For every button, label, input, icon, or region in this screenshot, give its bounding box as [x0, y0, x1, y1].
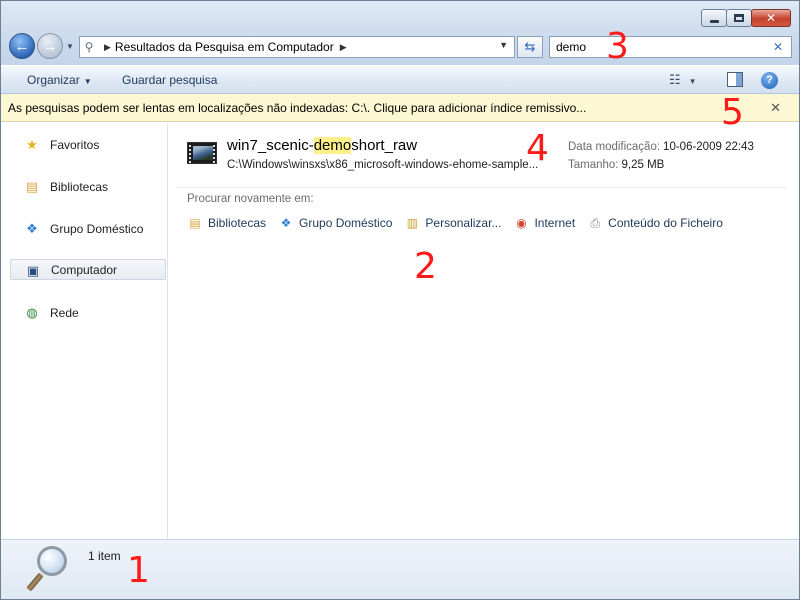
caption-buttons: ✕: [701, 9, 791, 27]
computer-icon: ▣: [26, 263, 40, 278]
search-again-internet[interactable]: ◉ Internet: [513, 215, 575, 231]
preview-pane-button[interactable]: [727, 72, 743, 87]
sidebar-item-computer[interactable]: ▣ Computador: [10, 259, 166, 280]
change-view-button[interactable]: ☷ ▼: [669, 72, 697, 88]
organize-label: Organizar: [27, 73, 80, 87]
sidebar-item-network[interactable]: ◍ Rede: [10, 302, 166, 323]
clear-search-icon[interactable]: ✕: [773, 40, 783, 54]
annotation-1: 1: [127, 550, 150, 591]
address-bar[interactable]: ⚲ ▶ Resultados da Pesquisa em Computador…: [79, 36, 515, 58]
result-size: Tamanho: 9,25 MB: [568, 159, 665, 171]
chevron-down-icon: ▼: [688, 77, 697, 86]
result-path: C:\Windows\winsxs\x86_microsoft-windows-…: [227, 159, 539, 171]
search-input[interactable]: [550, 37, 760, 57]
forward-button[interactable]: →: [37, 33, 63, 59]
breadcrumb[interactable]: Resultados da Pesquisa em Computador: [115, 40, 334, 54]
address-dropdown-icon[interactable]: ▼: [499, 40, 508, 50]
explorer-window: ✕ ← → ▼ ⚲ ▶ Resultados da Pesquisa em Co…: [0, 0, 800, 600]
maximize-icon: [734, 14, 744, 22]
custom-folder-icon: ▥: [406, 216, 419, 230]
close-button[interactable]: ✕: [751, 9, 791, 27]
network-icon: ◍: [26, 305, 38, 320]
breadcrumb-separator-icon[interactable]: ▶: [104, 42, 111, 53]
back-arrow-icon: ←: [14, 37, 30, 55]
search-again-locations: ▤ Bibliotecas ❖ Grupo Doméstico ▥ Person…: [187, 213, 735, 233]
search-again-file-contents[interactable]: ⎙ Conteúdo do Ficheiro: [587, 215, 723, 231]
maximize-button[interactable]: [726, 9, 752, 27]
sidebar-item-label: Computador: [51, 262, 118, 277]
search-result-item[interactable]: win7_scenic-demoshort_raw C:\Windows\win…: [183, 133, 783, 183]
result-title[interactable]: win7_scenic-demoshort_raw: [227, 137, 417, 154]
sidebar-item-label: Bibliotecas: [50, 179, 109, 194]
navigation-pane: ★ Favoritos ▤ Bibliotecas ❖ Grupo Domést…: [1, 123, 168, 539]
command-bar: Organizar ▼ Guardar pesquisa ☷ ▼ ?: [1, 65, 799, 94]
back-button[interactable]: ←: [9, 33, 35, 59]
sidebar-item-label: Grupo Doméstico: [50, 221, 144, 236]
organize-button[interactable]: Organizar ▼: [27, 73, 92, 87]
close-icon: ✕: [765, 11, 777, 25]
sidebar-item-label: Rede: [50, 305, 79, 320]
annotation-2: 2: [414, 246, 437, 287]
search-again-libraries[interactable]: ▤ Bibliotecas: [187, 215, 266, 231]
close-infobar-icon[interactable]: ✕: [770, 100, 781, 116]
search-magnifier-icon: [26, 546, 75, 594]
breadcrumb-chevron-icon[interactable]: ▶: [340, 42, 347, 53]
title-bar: ✕ ← → ▼ ⚲ ▶ Resultados da Pesquisa em Co…: [1, 1, 799, 65]
info-bar-message[interactable]: As pesquisas podem ser lentas em localiz…: [8, 101, 586, 115]
item-count: 1 item: [88, 549, 121, 563]
sidebar-item-label: Favoritos: [50, 137, 100, 152]
chevron-down-icon: ▼: [83, 77, 92, 86]
sidebar-item-libraries[interactable]: ▤ Bibliotecas: [10, 176, 166, 197]
details-pane: 1 item: [1, 539, 799, 599]
annotation-3: 3: [606, 26, 629, 67]
search-results-icon: ⚲: [84, 40, 94, 54]
indexing-info-bar[interactable]: As pesquisas podem ser lentas em localiz…: [1, 94, 799, 122]
result-modified: Data modificação: 10-06-2009 22:43: [568, 141, 754, 153]
sidebar-item-favorites[interactable]: ★ Favoritos: [10, 134, 166, 155]
save-search-button[interactable]: Guardar pesquisa: [122, 73, 217, 87]
minimize-icon: [710, 20, 719, 23]
search-results-content: win7_scenic-demoshort_raw C:\Windows\win…: [169, 123, 799, 539]
refresh-button[interactable]: ⇆: [517, 36, 543, 58]
search-box[interactable]: ✕: [549, 36, 792, 58]
star-icon: ★: [26, 137, 38, 152]
help-button[interactable]: ?: [761, 72, 778, 89]
file-contents-icon: ⎙: [590, 216, 600, 230]
navigation-buttons: ← → ▼: [9, 33, 74, 59]
search-again-homegroup[interactable]: ❖ Grupo Doméstico: [278, 215, 393, 231]
forward-arrow-icon: →: [42, 37, 58, 55]
libraries-icon: ▤: [25, 179, 39, 194]
homegroup-icon: ❖: [280, 216, 292, 230]
recent-pages-dropdown[interactable]: ▼: [66, 42, 74, 51]
homegroup-icon: ❖: [26, 221, 38, 236]
view-options-icon: ☷: [669, 72, 681, 87]
libraries-icon: ▤: [189, 216, 201, 230]
sidebar-item-homegroup[interactable]: ❖ Grupo Doméstico: [10, 218, 166, 239]
internet-icon: ◉: [516, 216, 527, 230]
search-again-custom[interactable]: ▥ Personalizar...: [404, 215, 502, 231]
video-file-icon: [187, 142, 217, 164]
help-icon: ?: [766, 74, 773, 86]
divider: [177, 187, 787, 188]
search-again-label: Procurar novamente em:: [187, 193, 314, 205]
annotation-4: 4: [526, 128, 549, 169]
annotation-5: 5: [721, 92, 744, 133]
match-highlight: demo: [313, 137, 352, 154]
refresh-icon: ⇆: [524, 39, 536, 54]
minimize-button[interactable]: [701, 9, 727, 27]
